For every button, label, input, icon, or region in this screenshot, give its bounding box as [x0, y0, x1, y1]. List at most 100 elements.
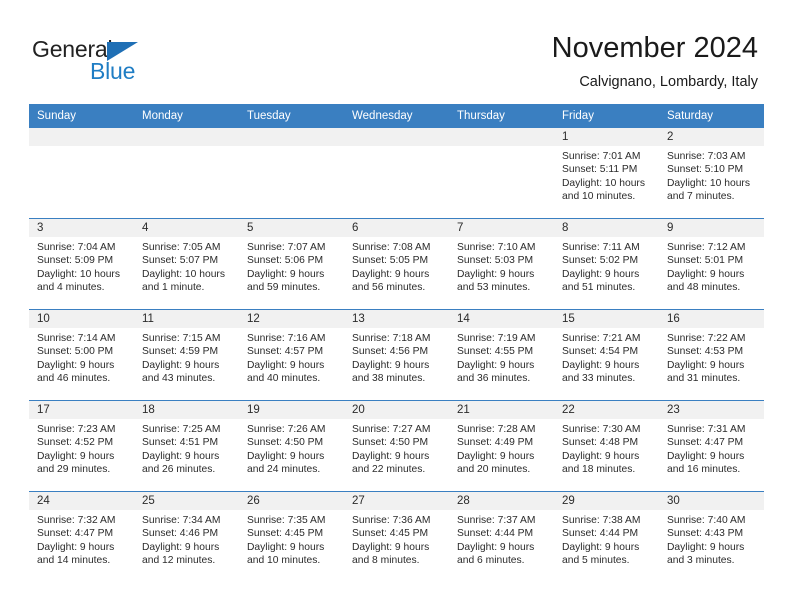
calendar-day-cell[interactable]: 17 Sunrise: 7:23 AM Sunset: 4:52 PM Dayligh… — [29, 400, 134, 492]
calendar-day-cell[interactable]: 15 Sunrise: 7:21 AM Sunset: 4:54 PM Dayligh… — [554, 309, 659, 401]
calendar-day-cell[interactable]: 3 Sunrise: 7:04 AM Sunset: 5:09 PM Daylight… — [29, 218, 134, 310]
daylight-duration-line1: Daylight: 10 hours — [667, 177, 750, 189]
daylight-duration-line1: Daylight: 10 hours — [142, 268, 225, 280]
page-title: November 2024 — [551, 32, 758, 64]
calendar-day-cell[interactable]: 16 Sunrise: 7:22 AM Sunset: 4:53 PM Dayligh… — [659, 309, 764, 401]
calendar-day-cell[interactable]: 14 Sunrise: 7:19 AM Sunset: 4:55 PM Dayligh… — [449, 309, 554, 401]
daylight-duration-line1: Daylight: 10 hours — [562, 177, 645, 189]
calendar-day-cell[interactable]: 10 Sunrise: 7:14 AM Sunset: 5:00 PM Dayligh… — [29, 309, 134, 401]
sunrise-time: Sunrise: 7:38 AM — [562, 515, 641, 526]
sunset-time: Sunset: 4:47 PM — [37, 528, 114, 540]
day-details: Sunrise: 7:36 AM Sunset: 4:45 PM Daylight:… — [344, 510, 449, 568]
day-details: Sunrise: 7:26 AM Sunset: 4:50 PM Daylight:… — [239, 419, 344, 477]
calendar-day-cell[interactable]: 9 Sunrise: 7:12 AM Sunset: 5:01 PM Daylight… — [659, 218, 764, 310]
calendar-day-cell[interactable]: 1 Sunrise: 7:01 AM Sunset: 5:11 PM Daylight… — [554, 128, 659, 219]
sunset-time: Sunset: 4:45 PM — [352, 528, 429, 540]
day-cell-inner — [29, 128, 134, 218]
calendar-day-cell[interactable]: 25 Sunrise: 7:34 AM Sunset: 4:46 PM Dayligh… — [134, 491, 239, 582]
sunrise-time: Sunrise: 7:19 AM — [457, 333, 536, 344]
sunset-time: Sunset: 5:11 PM — [562, 164, 638, 176]
day-cell-inner: 2 Sunrise: 7:03 AM Sunset: 5:10 PM Daylight… — [659, 128, 764, 218]
calendar-day-cell[interactable]: 26 Sunrise: 7:35 AM Sunset: 4:45 PM Dayligh… — [239, 491, 344, 582]
daylight-duration-line1: Daylight: 9 hours — [667, 541, 745, 553]
sunrise-time: Sunrise: 7:31 AM — [667, 424, 746, 435]
sunrise-time: Sunrise: 7:26 AM — [247, 424, 326, 435]
calendar-day-cell[interactable]: 18 Sunrise: 7:25 AM Sunset: 4:51 PM Dayligh… — [134, 400, 239, 492]
sunrise-time: Sunrise: 7:22 AM — [667, 333, 746, 344]
sunrise-time: Sunrise: 7:15 AM — [142, 333, 221, 344]
sunset-time: Sunset: 4:57 PM — [247, 346, 324, 358]
sunrise-time: Sunrise: 7:01 AM — [562, 151, 641, 162]
calendar-day-cell[interactable]: 30 Sunrise: 7:40 AM Sunset: 4:43 PM Dayligh… — [659, 491, 764, 582]
day-number: 26 — [239, 492, 344, 510]
sunrise-time: Sunrise: 7:34 AM — [142, 515, 221, 526]
day-details: Sunrise: 7:18 AM Sunset: 4:56 PM Daylight:… — [344, 328, 449, 386]
day-details: Sunrise: 7:31 AM Sunset: 4:47 PM Daylight:… — [659, 419, 764, 477]
sunset-time: Sunset: 4:56 PM — [352, 346, 429, 358]
day-number: 11 — [134, 310, 239, 328]
calendar-day-cell[interactable]: 13 Sunrise: 7:18 AM Sunset: 4:56 PM Dayligh… — [344, 309, 449, 401]
day-details: Sunrise: 7:30 AM Sunset: 4:48 PM Daylight:… — [554, 419, 659, 477]
calendar-day-cell[interactable]: 8 Sunrise: 7:11 AM Sunset: 5:02 PM Daylight… — [554, 218, 659, 310]
day-cell-inner: 9 Sunrise: 7:12 AM Sunset: 5:01 PM Daylight… — [659, 219, 764, 309]
calendar-day-cell[interactable]: 7 Sunrise: 7:10 AM Sunset: 5:03 PM Daylight… — [449, 218, 554, 310]
calendar-day-cell[interactable]: 29 Sunrise: 7:38 AM Sunset: 4:44 PM Dayligh… — [554, 491, 659, 582]
daylight-duration-line2: and 48 minutes. — [667, 282, 741, 294]
daylight-duration-line1: Daylight: 9 hours — [457, 450, 535, 462]
calendar-day-cell[interactable]: 28 Sunrise: 7:37 AM Sunset: 4:44 PM Dayligh… — [449, 491, 554, 582]
calendar-day-cell[interactable]: 23 Sunrise: 7:31 AM Sunset: 4:47 PM Dayligh… — [659, 400, 764, 492]
day-details: Sunrise: 7:37 AM Sunset: 4:44 PM Daylight:… — [449, 510, 554, 568]
day-details: Sunrise: 7:01 AM Sunset: 5:11 PM Daylight:… — [554, 146, 659, 204]
daylight-duration-line2: and 31 minutes. — [667, 373, 741, 385]
calendar-day-cell[interactable]: 27 Sunrise: 7:36 AM Sunset: 4:45 PM Dayligh… — [344, 491, 449, 582]
daylight-duration-line1: Daylight: 9 hours — [457, 359, 535, 371]
day-number: 6 — [344, 219, 449, 237]
calendar-day-cell[interactable]: 12 Sunrise: 7:16 AM Sunset: 4:57 PM Dayligh… — [239, 309, 344, 401]
calendar-day-cell[interactable]: 11 Sunrise: 7:15 AM Sunset: 4:59 PM Dayligh… — [134, 309, 239, 401]
calendar-day-cell[interactable]: 21 Sunrise: 7:28 AM Sunset: 4:49 PM Dayligh… — [449, 400, 554, 492]
calendar-day-cell[interactable]: 6 Sunrise: 7:08 AM Sunset: 5:05 PM Daylight… — [344, 218, 449, 310]
daylight-duration-line2: and 7 minutes. — [667, 191, 735, 203]
day-cell-inner: 25 Sunrise: 7:34 AM Sunset: 4:46 PM Dayligh… — [134, 492, 239, 582]
calendar-day-cell[interactable]: 5 Sunrise: 7:07 AM Sunset: 5:06 PM Daylight… — [239, 218, 344, 310]
weekday-header-saturday: Saturday — [659, 104, 764, 128]
calendar-day-cell[interactable]: 20 Sunrise: 7:27 AM Sunset: 4:50 PM Dayligh… — [344, 400, 449, 492]
day-details: Sunrise: 7:34 AM Sunset: 4:46 PM Daylight:… — [134, 510, 239, 568]
daylight-duration-line1: Daylight: 9 hours — [37, 450, 115, 462]
calendar-day-cell[interactable]: 24 Sunrise: 7:32 AM Sunset: 4:47 PM Dayligh… — [29, 491, 134, 582]
sunrise-time: Sunrise: 7:10 AM — [457, 242, 536, 253]
sunset-time: Sunset: 5:00 PM — [37, 346, 114, 358]
sunrise-time: Sunrise: 7:21 AM — [562, 333, 641, 344]
calendar-day-cell[interactable]: 4 Sunrise: 7:05 AM Sunset: 5:07 PM Daylight… — [134, 218, 239, 310]
day-number: 16 — [659, 310, 764, 328]
general-blue-logo[interactable]: General Blue — [32, 36, 232, 88]
day-number: 7 — [449, 219, 554, 237]
daylight-duration-line1: Daylight: 9 hours — [142, 359, 220, 371]
title-block: November 2024 Calvignano, Lombardy, Ital… — [552, 30, 758, 92]
day-number: 23 — [659, 401, 764, 419]
calendar-day-cell[interactable]: 2 Sunrise: 7:03 AM Sunset: 5:10 PM Daylight… — [659, 128, 764, 219]
calendar-grid: Sunday Monday Tuesday Wednesday Thursday… — [29, 104, 764, 582]
day-number: 8 — [554, 219, 659, 237]
calendar-page: General Blue November 2024 Calvignano, L… — [0, 0, 792, 612]
calendar-day-cell-empty — [134, 128, 239, 219]
daylight-duration-line1: Daylight: 9 hours — [457, 268, 535, 280]
daylight-duration-line2: and 56 minutes. — [352, 282, 426, 294]
day-details: Sunrise: 7:16 AM Sunset: 4:57 PM Daylight:… — [239, 328, 344, 386]
day-details: Sunrise: 7:03 AM Sunset: 5:10 PM Daylight:… — [659, 146, 764, 204]
sunrise-time: Sunrise: 7:14 AM — [37, 333, 116, 344]
day-number: 28 — [449, 492, 554, 510]
day-number: 1 — [554, 128, 659, 146]
daylight-duration-line2: and 1 minute. — [142, 282, 205, 294]
daylight-duration-line1: Daylight: 9 hours — [352, 541, 430, 553]
calendar-day-cell[interactable]: 22 Sunrise: 7:30 AM Sunset: 4:48 PM Dayligh… — [554, 400, 659, 492]
day-details: Sunrise: 7:21 AM Sunset: 4:54 PM Daylight:… — [554, 328, 659, 386]
day-cell-inner: 19 Sunrise: 7:26 AM Sunset: 4:50 PM Dayligh… — [239, 401, 344, 491]
daylight-duration-line1: Daylight: 9 hours — [247, 450, 325, 462]
day-number: 9 — [659, 219, 764, 237]
day-cell-inner: 24 Sunrise: 7:32 AM Sunset: 4:47 PM Dayligh… — [29, 492, 134, 582]
day-number: 15 — [554, 310, 659, 328]
calendar-day-cell[interactable]: 19 Sunrise: 7:26 AM Sunset: 4:50 PM Dayligh… — [239, 400, 344, 492]
calendar-week-row: 1 Sunrise: 7:01 AM Sunset: 5:11 PM Daylight… — [29, 128, 764, 219]
day-details: Sunrise: 7:08 AM Sunset: 5:05 PM Daylight:… — [344, 237, 449, 295]
